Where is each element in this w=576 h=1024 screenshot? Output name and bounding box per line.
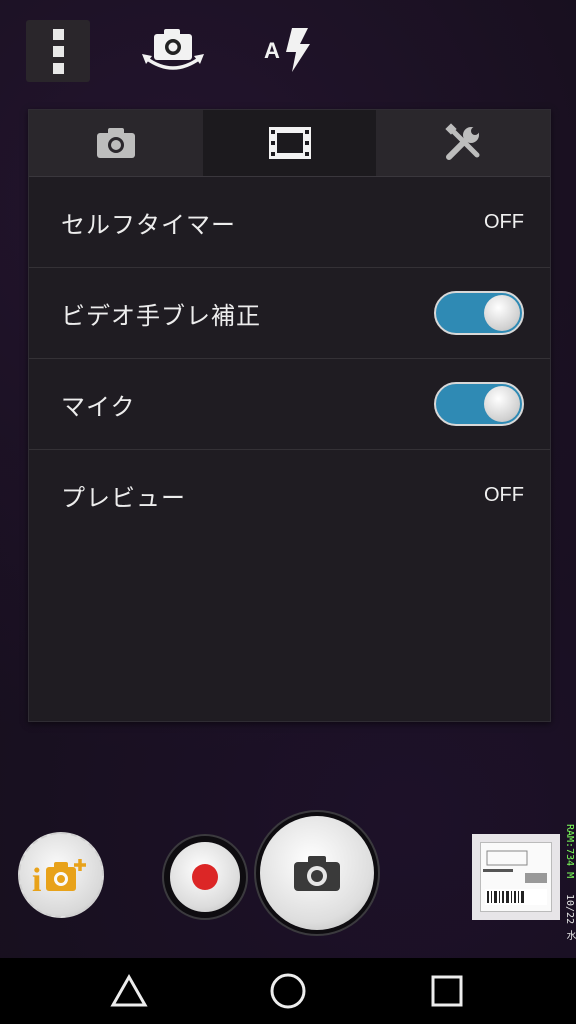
back-button[interactable] xyxy=(99,961,159,1021)
shutter-group xyxy=(162,810,384,936)
camera-icon xyxy=(96,128,135,158)
preview-row[interactable]: プレビュー OFF xyxy=(29,450,550,540)
menu-dot xyxy=(52,62,64,74)
overflow-menu-button[interactable] xyxy=(26,20,90,82)
superior-auto-button[interactable]: i xyxy=(18,832,104,918)
menu-dot xyxy=(52,28,64,40)
microphone-row[interactable]: マイク xyxy=(29,359,550,450)
toggle-knob xyxy=(484,295,520,331)
video-stabilizer-toggle[interactable] xyxy=(434,291,524,335)
microphone-label: マイク xyxy=(61,392,136,421)
settings-panel: セルフタイマー OFF ビデオ手ブレ補正 マイク プレビュー OFF xyxy=(28,109,551,722)
back-triangle-icon xyxy=(110,973,148,1007)
toggle-knob xyxy=(484,386,520,422)
self-timer-row[interactable]: セルフタイマー OFF xyxy=(29,177,550,268)
tab-video[interactable] xyxy=(202,110,377,176)
status-overlay: RAM:734 M 10/22 水 xyxy=(562,824,576,954)
flash-auto-label: A xyxy=(264,38,280,63)
thumbnail-image xyxy=(480,842,552,912)
recents-button[interactable] xyxy=(417,961,477,1021)
recents-square-icon xyxy=(431,975,463,1007)
film-icon xyxy=(268,127,311,159)
navigation-bar xyxy=(0,958,576,1024)
record-icon xyxy=(192,864,218,890)
ia-label: i xyxy=(32,862,41,895)
date-readout: 10/22 水 xyxy=(564,894,575,941)
video-stabilizer-row[interactable]: ビデオ手ブレ補正 xyxy=(29,268,550,359)
tab-tools[interactable] xyxy=(376,110,550,176)
tools-icon xyxy=(445,123,480,160)
menu-dot xyxy=(52,45,64,57)
switch-camera-icon[interactable] xyxy=(140,24,206,76)
tab-camera[interactable] xyxy=(29,110,203,176)
last-photo-thumbnail[interactable] xyxy=(472,834,560,920)
video-stabilizer-label: ビデオ手ブレ補正 xyxy=(61,301,261,330)
preview-label: プレビュー xyxy=(61,483,186,512)
settings-tabs xyxy=(29,110,550,177)
shutter-button[interactable] xyxy=(260,816,374,930)
microphone-toggle[interactable] xyxy=(434,382,524,426)
preview-value: OFF xyxy=(484,483,524,506)
camera-shutter-icon xyxy=(294,856,340,891)
home-button[interactable] xyxy=(258,961,318,1021)
record-button[interactable] xyxy=(170,842,240,912)
self-timer-label: セルフタイマー xyxy=(61,210,236,239)
home-circle-icon xyxy=(270,973,306,1009)
flash-auto-icon[interactable]: A xyxy=(262,24,316,76)
self-timer-value: OFF xyxy=(484,210,524,233)
ram-readout: RAM:734 M xyxy=(564,824,575,879)
superior-auto-camera-icon: i xyxy=(32,859,86,895)
